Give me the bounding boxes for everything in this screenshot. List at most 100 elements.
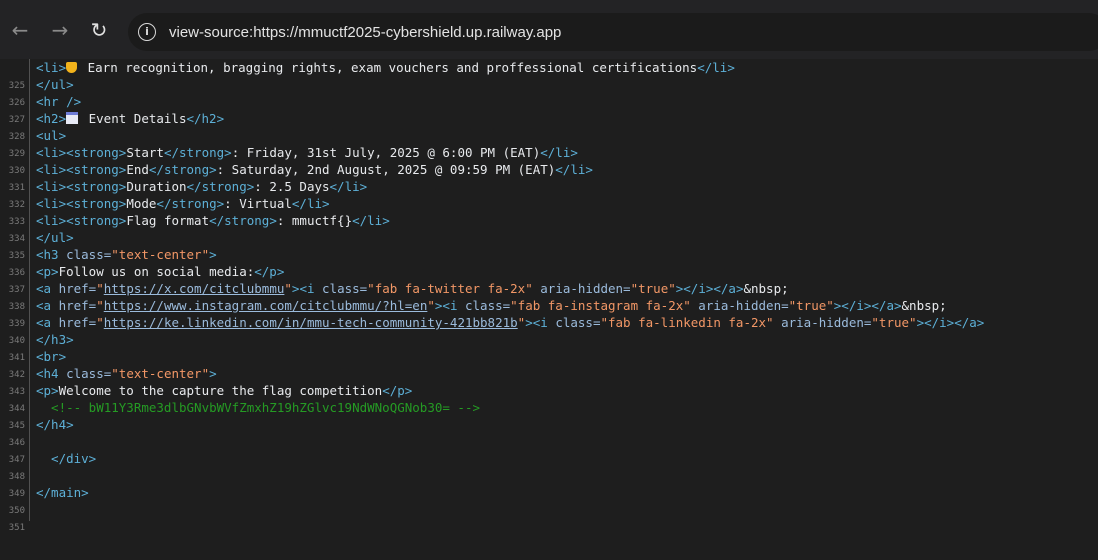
source-line: 340 <a href="https://ke.linkedin.com/in/… <box>0 314 1098 346</box>
back-button[interactable]: ← <box>6 16 34 44</box>
tag: <hr /> <box>36 94 82 109</box>
linkedin-link[interactable]: https://ke.linkedin.com/in/mmu-tech-comm… <box>104 315 518 330</box>
source-line: 327 <hr /> <box>0 93 1098 125</box>
tag: </li> <box>329 179 368 194</box>
source-line: 331 <li><strong>End</strong>: Saturday, … <box>0 161 1098 193</box>
quote: " <box>427 298 435 313</box>
source-line: 344 <p>Welcome to the capture the flag c… <box>0 382 1098 414</box>
browser-toolbar: ← → ↻ i view-source:https://mmuctf2025-c… <box>0 0 1098 59</box>
instagram-link[interactable]: https://www.instagram.com/citclubmmu/?hl… <box>104 298 428 313</box>
attribute: class= <box>66 247 112 262</box>
quote: " <box>96 281 104 296</box>
text: &nbsp; <box>743 281 789 296</box>
tag: <p> <box>36 264 59 279</box>
tag: <i <box>442 298 465 313</box>
source-line: 350 </main> <box>0 484 1098 516</box>
text: &nbsp; <box>901 298 947 313</box>
tag: </h3> <box>36 332 74 347</box>
html-comment: <!-- bW11Y3Rme3dlbGNvbWVfZmxhZ19hZGlvc19… <box>36 400 481 415</box>
source-line: 336 <h3 class="text-center"> <box>0 246 1098 278</box>
forward-button[interactable]: → <box>46 16 74 44</box>
source-line: 326 </ul> <box>0 76 1098 108</box>
quote: " <box>96 298 104 313</box>
source-line: 343 <h4 class="text-center"> <box>0 365 1098 397</box>
trophy-icon <box>66 62 78 73</box>
source-line: 335 </ul> <box>0 229 1098 261</box>
tag: </li> <box>352 213 390 228</box>
attribute-value: "fab fa-twitter fa-2x" <box>367 281 533 296</box>
tag: </h2> <box>186 111 225 126</box>
source-line: 329 <ul> <box>0 127 1098 159</box>
attribute-value: "true" <box>630 281 676 296</box>
text: Flag format <box>126 213 210 228</box>
arrow-right-icon: → <box>51 18 69 42</box>
text: Event Details <box>81 111 187 126</box>
tag: <p> <box>36 383 59 398</box>
tag: </ul> <box>36 230 74 245</box>
text: : 2.5 Days <box>254 179 330 194</box>
source-line: 338 <a href="https://x.com/citclubmmu"><… <box>0 280 1098 312</box>
tag: </li> <box>555 162 593 177</box>
tag: <a <box>36 281 59 296</box>
tag: <li> <box>36 60 67 75</box>
line-number: 351 <box>8 523 25 533</box>
tag: </div> <box>36 451 97 466</box>
source-line: 342 <br> <box>0 348 1098 380</box>
tag: </p> <box>382 383 413 398</box>
url-text[interactable]: view-source:https://mmuctf2025-cybershie… <box>169 23 561 42</box>
attribute-value: "text-center" <box>111 247 210 262</box>
twitter-link[interactable]: https://x.com/citclubmmu <box>104 281 285 296</box>
source-line: 339 <a href="https://www.instagram.com/c… <box>0 297 1098 329</box>
tag: </strong> <box>148 162 217 177</box>
tag: ></i></a> <box>675 281 744 296</box>
text: : Saturday, 2nd August, 2025 @ 09:59 PM … <box>216 162 556 177</box>
tag: </ul> <box>36 77 74 92</box>
quote: " <box>284 281 292 296</box>
attribute-value: "fab fa-linkedin fa-2x" <box>600 315 774 330</box>
tag: </p> <box>254 264 285 279</box>
site-info-icon[interactable]: i <box>138 23 156 41</box>
text: Follow us on social media: <box>58 264 255 279</box>
source-line: 348 </div> <box>0 450 1098 482</box>
tag: > <box>209 247 217 262</box>
tag: ></i></a> <box>833 298 902 313</box>
attribute: class= <box>66 366 112 381</box>
arrow-left-icon: ← <box>11 18 29 42</box>
attribute: aria-hidden= <box>690 298 789 313</box>
tag: <i <box>532 315 556 330</box>
attribute-value: "text-center" <box>111 366 210 381</box>
attribute: class= <box>322 281 368 296</box>
source-line: 347 <box>0 433 1098 465</box>
attribute: class= <box>465 298 511 313</box>
text: : mmuctf{} <box>276 213 353 228</box>
source-line: 337 <p>Follow us on social media:</p> <box>0 263 1098 295</box>
address-bar[interactable]: i view-source:https://mmuctf2025-cybersh… <box>128 13 1098 51</box>
source-line: 334 <li><strong>Flag format</strong>: mm… <box>0 212 1098 244</box>
tag: <li><strong> <box>36 162 127 177</box>
attribute: class= <box>555 315 601 330</box>
text: : Friday, 31st July, 2025 @ 6:00 PM (EAT… <box>231 145 541 160</box>
attribute-value: "fab fa-instagram fa-2x" <box>510 298 691 313</box>
text: Earn recognition, bragging rights, exam … <box>80 60 698 75</box>
tag: </main> <box>36 485 89 500</box>
source-line: 332 <li><strong>Duration</strong>: 2.5 D… <box>0 178 1098 210</box>
reload-button[interactable]: ↻ <box>85 16 113 44</box>
source-line: 351 <box>0 501 1098 533</box>
attribute: href= <box>58 315 97 330</box>
attribute-value: "true" <box>788 298 834 313</box>
source-view: 325 <li> Earn recognition, bragging righ… <box>0 59 1098 533</box>
tag: <h3 <box>36 247 67 262</box>
tag: </strong> <box>163 145 232 160</box>
source-line: 346 </h4> <box>0 416 1098 448</box>
tag: <br> <box>36 349 67 364</box>
source-line: 349 <box>0 467 1098 499</box>
quote: " <box>96 315 104 330</box>
text: Start <box>126 145 164 160</box>
tag: > <box>209 366 217 381</box>
text: End <box>126 162 149 177</box>
tag: </li> <box>697 60 735 75</box>
tag: </li> <box>291 196 330 211</box>
tag: <li><strong> <box>36 145 127 160</box>
tag: <li><strong> <box>36 196 127 211</box>
text: Welcome to the capture the flag competit… <box>58 383 383 398</box>
